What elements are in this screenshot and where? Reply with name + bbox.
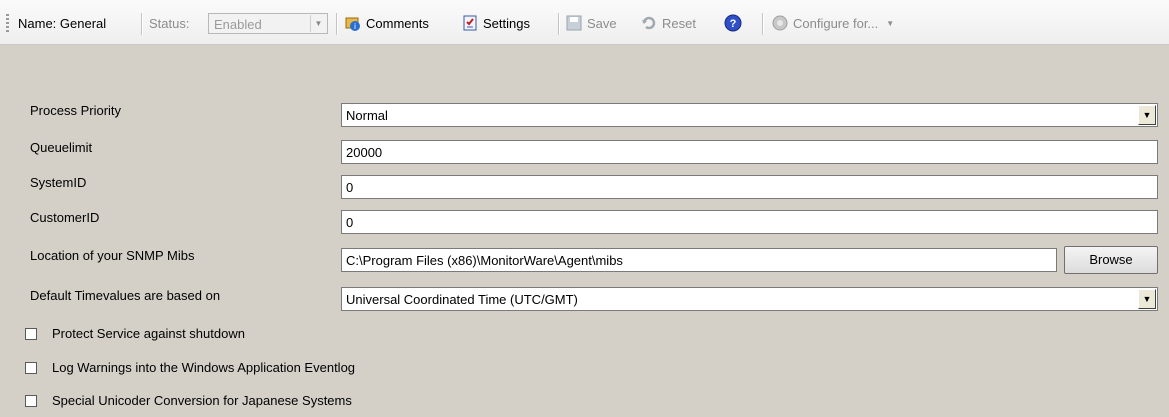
configure-label: Configure for... xyxy=(793,15,879,31)
chevron-down-icon[interactable]: ▼ xyxy=(1138,289,1156,309)
log-warnings-label: Log Warnings into the Windows Applicatio… xyxy=(52,360,356,375)
chevron-down-icon[interactable]: ▼ xyxy=(886,19,894,28)
comments-label: Comments xyxy=(366,15,429,31)
toolbar-separator xyxy=(141,13,143,35)
browse-button[interactable]: Browse xyxy=(1064,246,1158,274)
systemid-input[interactable]: 0 xyxy=(341,175,1158,199)
log-warnings-checkbox[interactable] xyxy=(25,362,37,374)
queuelimit-input[interactable]: 20000 xyxy=(341,140,1158,164)
snmp-mibs-label: Location of your SNMP Mibs xyxy=(30,248,195,263)
configure-button[interactable]: Configure for... ▼ xyxy=(771,12,894,34)
toolbar-separator xyxy=(336,13,338,35)
snmp-mibs-value: C:\Program Files (x86)\MonitorWare\Agent… xyxy=(346,253,623,268)
systemid-label: SystemID xyxy=(30,175,87,190)
customerid-value: 0 xyxy=(346,215,354,230)
protect-service-label: Protect Service against shutdown xyxy=(52,326,245,341)
toolbar-grip[interactable] xyxy=(6,14,9,32)
settings-label: Settings xyxy=(483,15,530,31)
timevalues-select[interactable]: Universal Coordinated Time (UTC/GMT) ▼ xyxy=(341,287,1158,311)
comments-icon: i xyxy=(345,17,360,31)
configure-icon xyxy=(772,15,788,31)
chevron-down-icon[interactable]: ▼ xyxy=(310,15,326,32)
save-icon xyxy=(566,15,582,31)
status-label: Status: xyxy=(149,15,190,31)
timevalues-value: Universal Coordinated Time (UTC/GMT) xyxy=(346,292,578,307)
settings-button[interactable]: Settings xyxy=(461,12,530,34)
name-label: Name: General xyxy=(18,15,107,31)
save-button[interactable]: Save xyxy=(565,12,617,34)
queuelimit-value: 20000 xyxy=(346,145,383,160)
svg-text:?: ? xyxy=(730,18,737,30)
queuelimit-label: Queuelimit xyxy=(30,140,93,155)
process-priority-select[interactable]: Normal ▼ xyxy=(341,103,1158,127)
help-icon: ? xyxy=(724,14,742,32)
unicode-conversion-checkbox[interactable] xyxy=(25,395,37,407)
chevron-down-icon[interactable]: ▼ xyxy=(1138,105,1156,125)
save-label: Save xyxy=(587,15,617,31)
toolbar-separator xyxy=(558,13,560,35)
timevalues-label: Default Timevalues are based on xyxy=(30,288,221,303)
settings-icon xyxy=(463,15,477,31)
help-button[interactable]: ? xyxy=(724,12,746,34)
unicode-conversion-label: Special Unicoder Conversion for Japanese… xyxy=(52,393,352,408)
svg-text:i: i xyxy=(354,22,356,31)
toolbar: Name: General Status: Enabled ▼ i Commen… xyxy=(0,0,1169,45)
customerid-input[interactable]: 0 xyxy=(341,210,1158,234)
snmp-mibs-input[interactable]: C:\Program Files (x86)\MonitorWare\Agent… xyxy=(341,248,1057,272)
status-value: Enabled xyxy=(214,17,262,32)
reset-label: Reset xyxy=(662,15,696,31)
systemid-value: 0 xyxy=(346,180,354,195)
reset-button[interactable]: Reset xyxy=(640,12,696,34)
protect-service-checkbox[interactable] xyxy=(25,328,37,340)
reset-icon xyxy=(642,16,656,30)
process-priority-value: Normal xyxy=(346,108,388,123)
comments-button[interactable]: i Comments xyxy=(344,12,429,34)
process-priority-label: Process Priority xyxy=(30,103,122,118)
status-select[interactable]: Enabled ▼ xyxy=(208,13,328,34)
customerid-label: CustomerID xyxy=(30,210,100,225)
toolbar-separator xyxy=(762,13,764,35)
